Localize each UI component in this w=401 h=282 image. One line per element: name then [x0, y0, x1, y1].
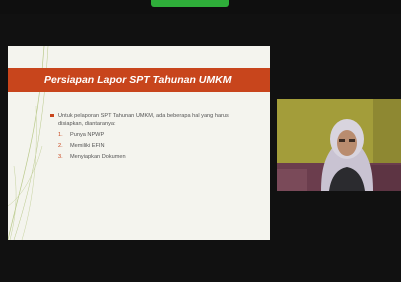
participant-video-tile[interactable]: [277, 99, 401, 191]
slide-list-label: Punya NPWP: [70, 132, 105, 138]
slide-intro-paragraph: Untuk pelaporan SPT Tahunan UMKM, ada be…: [50, 112, 255, 128]
slide-body: Untuk pelaporan SPT Tahunan UMKM, ada be…: [50, 112, 255, 163]
slide-list-item: 1. Punya NPWP: [58, 130, 255, 141]
slide-list: 1. Punya NPWP 2. Memiliki EFIN 3. Menyia…: [58, 130, 255, 163]
slide-list-label: Menyiapkan Dokumen: [70, 154, 126, 160]
slide-list-number: 2.: [58, 143, 63, 149]
slide-list-item: 2. Memiliki EFIN: [58, 141, 255, 152]
slide-list-number: 1.: [58, 132, 63, 138]
participant-video-feed: [277, 99, 401, 191]
slide-title: Persiapan Lapor SPT Tahunan UMKM: [44, 74, 232, 86]
slide-list-number: 3.: [58, 154, 63, 160]
shared-slide: Persiapan Lapor SPT Tahunan UMKM Untuk p…: [8, 46, 270, 240]
slide-list-item: 3. Menyiapkan Dokumen: [58, 152, 255, 163]
screen-share-indicator[interactable]: [151, 0, 229, 7]
slide-intro-text: Untuk pelaporan SPT Tahunan UMKM, ada be…: [58, 113, 229, 127]
bullet-icon: [50, 114, 54, 117]
meeting-top-bar: [0, 0, 401, 14]
slide-list-label: Memiliki EFIN: [70, 143, 105, 149]
